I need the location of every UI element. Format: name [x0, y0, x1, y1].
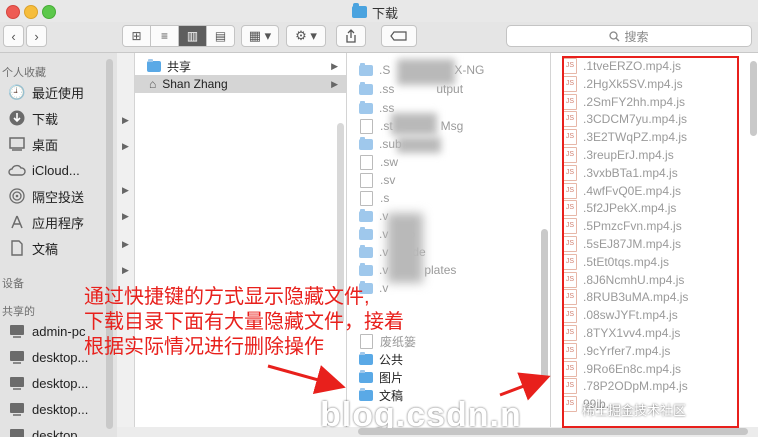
arrow-to-column [267, 364, 346, 395]
arrow-to-files [499, 372, 551, 401]
watermark-secondary: 稀土掘金技术社区 [582, 403, 687, 418]
horizontal-scrollbar[interactable] [358, 428, 748, 435]
annotation-arrows [267, 364, 551, 401]
